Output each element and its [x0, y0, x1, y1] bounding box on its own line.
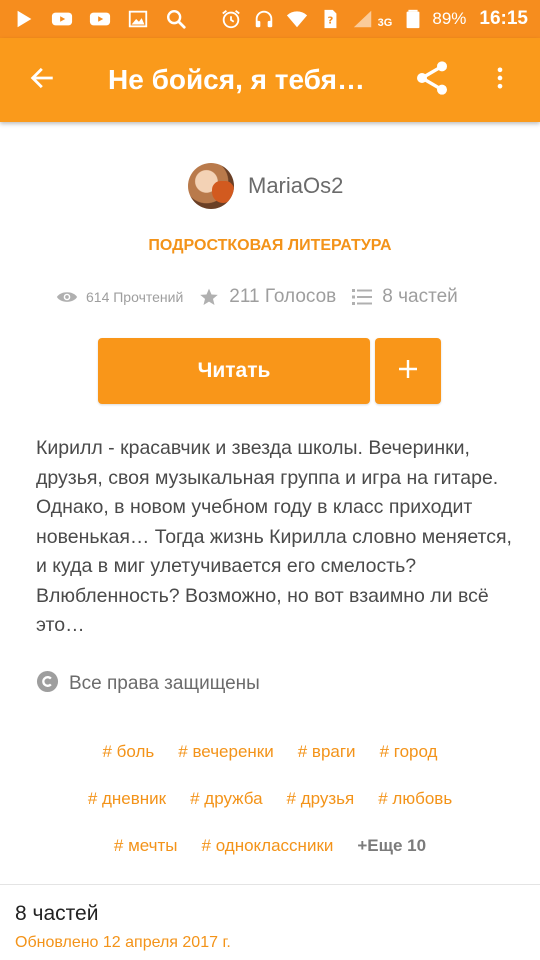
- eye-icon: [56, 289, 78, 305]
- votes-count: 211 Голосов: [229, 286, 337, 307]
- avatar: [188, 163, 234, 209]
- parts-count: 8 частей: [382, 286, 458, 307]
- sim-unknown-icon: ?: [318, 7, 342, 31]
- tag[interactable]: # друзья: [287, 789, 355, 809]
- play-store-icon: [12, 7, 36, 31]
- votes-stat: 211 Голосов: [199, 286, 336, 308]
- tag[interactable]: # вечеренки: [178, 742, 273, 762]
- copyright-icon: [36, 670, 59, 698]
- story-description: Кирилл - красавчик и звезда школы. Вечер…: [36, 437, 512, 636]
- more-vertical-icon: [486, 64, 514, 97]
- share-button[interactable]: [404, 38, 460, 122]
- tag[interactable]: # дружба: [190, 789, 262, 809]
- signal-icon: [351, 7, 375, 31]
- list-icon: [352, 288, 373, 306]
- tag[interactable]: # любовь: [378, 789, 452, 809]
- tag[interactable]: # одноклассники: [202, 836, 334, 856]
- parts-stat: 8 частей: [352, 286, 458, 308]
- network-type: 3G: [377, 17, 393, 29]
- wifi-icon: [285, 7, 309, 31]
- tags-section: # боль # вечеренки # враги # город # дне…: [0, 728, 540, 869]
- arrow-left-icon: [28, 64, 56, 97]
- star-icon: [199, 287, 219, 307]
- tag[interactable]: # город: [380, 742, 438, 762]
- status-bar-system: ? 3G 89% 16:15: [219, 7, 528, 31]
- updated-date: Обновлено 12 апреля 2017 г.: [15, 934, 231, 951]
- search-icon: [164, 7, 188, 31]
- tag[interactable]: # боль: [103, 742, 155, 762]
- youtube-icon: [50, 7, 74, 31]
- tag[interactable]: # мечты: [114, 836, 178, 856]
- status-bar-notifications: [12, 7, 188, 31]
- back-button[interactable]: [0, 38, 84, 122]
- author-name: MariaOs2: [248, 173, 344, 198]
- reads-stat: 614 Прочтений: [56, 289, 183, 305]
- story-stats: 614 Прочтений 211 Голосов 8 частей: [56, 286, 458, 308]
- youtube-icon-2: [88, 7, 112, 31]
- read-button[interactable]: Читать: [98, 338, 370, 404]
- tag-row: # мечты # одноклассники +Еще 10: [0, 822, 540, 869]
- more-options-button[interactable]: [472, 38, 528, 122]
- tag-row: # дневник # дружба # друзья # любовь: [0, 775, 540, 822]
- battery-percent: 89%: [432, 9, 467, 28]
- image-icon: [126, 7, 150, 31]
- app-bar: Не бойся, я тебя…: [0, 38, 540, 122]
- parts-section-title: 8 частей: [15, 902, 99, 925]
- reads-count: 614 Прочтений: [86, 289, 184, 305]
- story-category[interactable]: ПОДРОСТКОВАЯ ЛИТЕРАТУРА: [0, 237, 540, 255]
- add-to-library-button[interactable]: [375, 338, 441, 404]
- headphones-icon: [252, 7, 276, 31]
- author-link[interactable]: MariaOs2: [188, 163, 343, 209]
- clock: 16:15: [479, 8, 528, 29]
- tag[interactable]: # дневник: [88, 789, 166, 809]
- copyright-label: Все права защищены: [69, 673, 260, 694]
- status-bar: ? 3G 89% 16:15: [0, 0, 540, 38]
- alarm-icon: [219, 7, 243, 31]
- tag-row: # боль # вечеренки # враги # город: [0, 728, 540, 775]
- more-tags-button[interactable]: +Еще 10: [357, 836, 426, 856]
- share-icon: [412, 58, 452, 103]
- page-title: Не бойся, я тебя…: [108, 64, 365, 95]
- tag[interactable]: # враги: [298, 742, 356, 762]
- svg-text:?: ?: [327, 16, 333, 27]
- battery-icon: [401, 7, 425, 31]
- divider: [0, 884, 540, 885]
- copyright-notice: Все права защищены: [36, 670, 260, 698]
- plus-icon: [397, 358, 419, 385]
